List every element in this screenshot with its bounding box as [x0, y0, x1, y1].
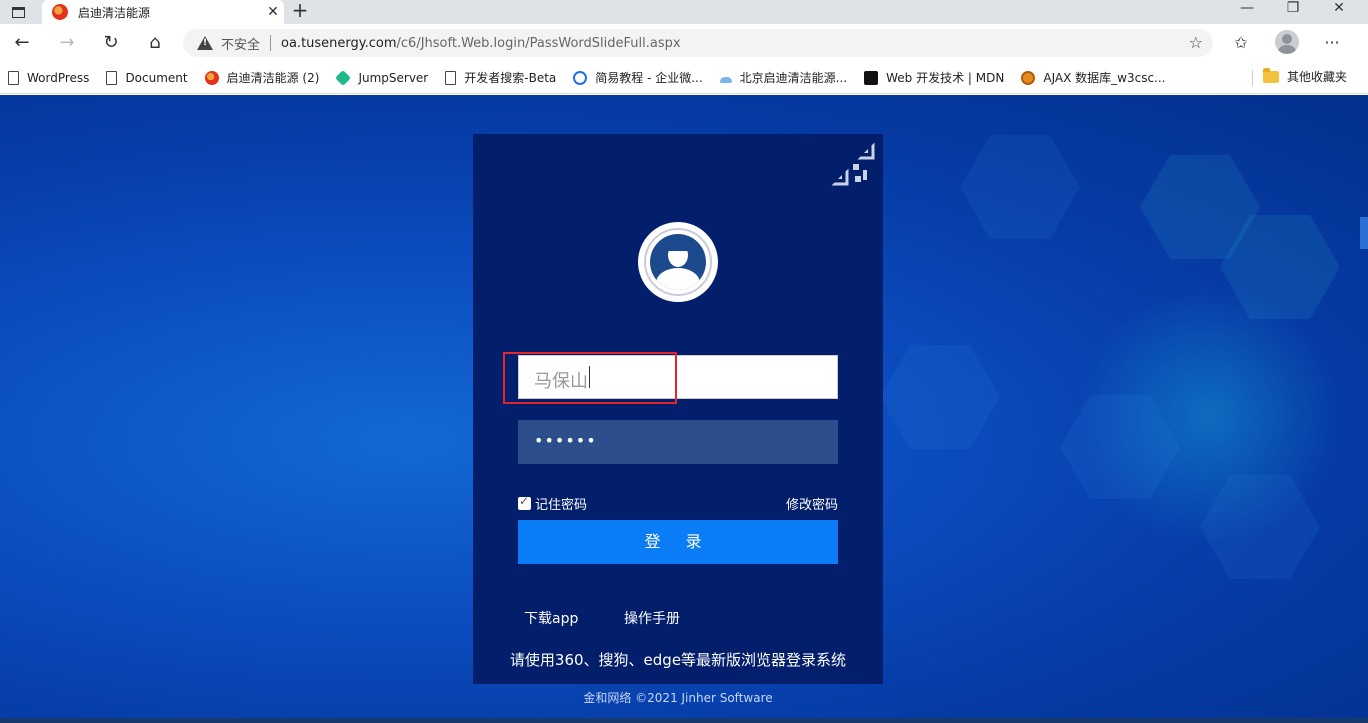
bookmark-label: Web 开发技术 | MDN — [886, 71, 1005, 85]
login-card: 马保山 •••••• 记住密码 修改密码 登 录 下载app 操作手册 请使用3… — [473, 134, 883, 684]
bookmark-item[interactable]: JumpServer — [335, 69, 429, 86]
bookmark-item[interactable]: WordPress — [8, 70, 90, 85]
login-button[interactable]: 登 录 — [518, 520, 838, 564]
change-password-link[interactable]: 修改密码 — [786, 494, 838, 513]
document-icon — [106, 70, 118, 85]
site-icon — [204, 70, 219, 85]
tab-bar: 启迪清洁能源 ✕ + — ❐ ✕ — [0, 0, 1368, 24]
address-bar[interactable]: 不安全 oa.tusenergy.com/c6/Jhsoft.Web.login… — [183, 29, 1213, 57]
password-input[interactable]: •••••• — [518, 420, 838, 464]
tab-actions-icon — [11, 6, 25, 18]
user-avatar — [638, 222, 718, 302]
background-hexagon — [960, 135, 1080, 239]
mdn-icon — [864, 70, 879, 85]
site-favicon-icon — [52, 4, 68, 20]
background-hexagon — [880, 345, 1000, 449]
manual-link[interactable]: 操作手册 — [624, 608, 680, 628]
bottom-edge — [0, 718, 1368, 723]
bookmark-label: Document — [125, 70, 188, 85]
remember-password-label: 记住密码 — [535, 498, 588, 513]
refresh-button[interactable]: ↻ — [97, 30, 125, 56]
jumpserver-icon — [335, 69, 352, 86]
back-button[interactable]: ← — [8, 30, 36, 56]
remember-password-checkbox[interactable] — [518, 494, 531, 510]
bookmark-item[interactable]: Web 开发技术 | MDN — [864, 69, 1004, 86]
scrollbar-thumb[interactable] — [1360, 217, 1368, 249]
cloud-icon — [719, 76, 732, 83]
tab-title: 启迪清洁能源 — [78, 5, 151, 20]
folder-icon — [1263, 67, 1279, 83]
wecom-icon — [573, 70, 588, 85]
forward-button[interactable]: → — [53, 30, 81, 56]
active-tab[interactable]: 启迪清洁能源 ✕ — [42, 0, 284, 24]
bookmark-item[interactable]: 简易教程 - 企业微... — [573, 69, 703, 86]
restore-button[interactable]: ❐ — [1270, 0, 1316, 22]
bookmark-item[interactable]: Document — [106, 70, 188, 85]
password-mask: •••••• — [534, 431, 597, 450]
favorites-icon[interactable]: ✩ — [1229, 32, 1253, 56]
bookmark-label: 启迪清洁能源 (2) — [226, 71, 320, 85]
background-glow — [1080, 285, 1340, 545]
remember-password-option[interactable]: 记住密码 — [518, 494, 587, 513]
settings-menu-icon[interactable]: ··· — [1320, 32, 1344, 56]
warning-icon[interactable] — [197, 36, 213, 50]
bookmark-item[interactable]: AJAX 数据库_w3csc... — [1021, 69, 1165, 86]
copyright-footer: 金和网络 ©2021 Jinher Software — [583, 691, 773, 705]
tab-actions-button[interactable] — [8, 3, 28, 21]
qr-login-toggle[interactable] — [823, 134, 883, 194]
bookmark-item[interactable]: 北京启迪清洁能源... — [719, 69, 848, 86]
annotation-highlight-box — [503, 352, 677, 404]
bookmarks-separator — [1252, 70, 1253, 86]
download-app-link[interactable]: 下载app — [524, 608, 578, 628]
bookmark-item[interactable]: 开发者搜索-Beta — [445, 69, 556, 86]
minimize-button[interactable]: — — [1224, 0, 1270, 22]
add-favorite-icon[interactable]: ☆ — [1189, 33, 1203, 52]
bookmark-item[interactable]: 启迪清洁能源 (2) — [204, 69, 320, 86]
avatar-body — [656, 268, 700, 290]
bookmark-label: JumpServer — [358, 70, 429, 85]
tab-close-icon[interactable]: ✕ — [262, 4, 284, 20]
bookmark-label: 北京启迪清洁能源... — [739, 71, 848, 85]
other-bookmarks-label: 其他收藏夹 — [1287, 70, 1348, 84]
bookmarks-bar: WordPress Document 启迪清洁能源 (2) JumpServer… — [0, 62, 1368, 94]
home-button[interactable]: ⌂ — [141, 30, 169, 56]
avatar-hair — [667, 241, 689, 251]
url-domain: oa.tusenergy.com — [281, 35, 397, 51]
avatar-ring — [644, 228, 712, 296]
w3c-icon — [1021, 70, 1036, 85]
profile-avatar[interactable] — [1275, 30, 1299, 54]
url-path: /c6/Jhsoft.Web.login/PassWordSlideFull.a… — [396, 35, 681, 51]
url-separator — [270, 35, 272, 51]
other-bookmarks-folder[interactable]: 其他收藏夹 — [1263, 67, 1348, 85]
qr-corner-mask — [823, 134, 883, 194]
new-tab-button[interactable]: + — [289, 0, 311, 22]
bookmark-label: 简易教程 - 企业微... — [595, 71, 703, 85]
address-toolbar: ← → ↻ ⌂ 不安全 oa.tusenergy.com/c6/Jhsoft.W… — [0, 24, 1368, 62]
bookmark-label: AJAX 数据库_w3csc... — [1043, 71, 1166, 85]
url-text[interactable]: oa.tusenergy.com/c6/Jhsoft.Web.login/Pas… — [281, 36, 681, 51]
security-label[interactable]: 不安全 — [221, 34, 260, 53]
document-icon — [8, 70, 19, 85]
bookmark-label: WordPress — [27, 70, 90, 85]
login-page: 马保山 •••••• 记住密码 修改密码 登 录 下载app 操作手册 请使用3… — [0, 95, 1368, 723]
user-silhouette-icon — [650, 234, 706, 290]
bookmark-label: 开发者搜索-Beta — [464, 71, 557, 85]
browser-notice: 请使用360、搜狗、edge等最新版浏览器登录系统 — [509, 651, 847, 669]
close-window-button[interactable]: ✕ — [1316, 0, 1362, 22]
document-icon — [445, 70, 457, 85]
